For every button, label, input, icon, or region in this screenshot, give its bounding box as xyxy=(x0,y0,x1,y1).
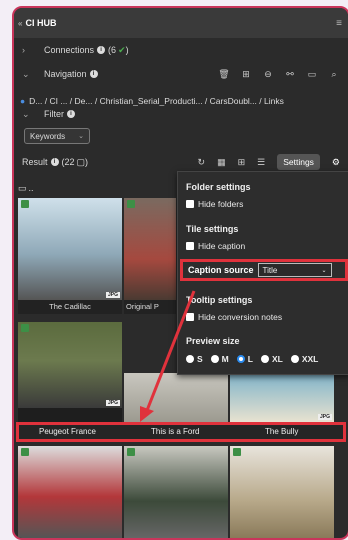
annotation-arrow xyxy=(140,290,196,422)
ci-hub-panel: « CI HUB ≡ › Connections i (6 ✔) ⌄ Navig… xyxy=(12,6,348,540)
